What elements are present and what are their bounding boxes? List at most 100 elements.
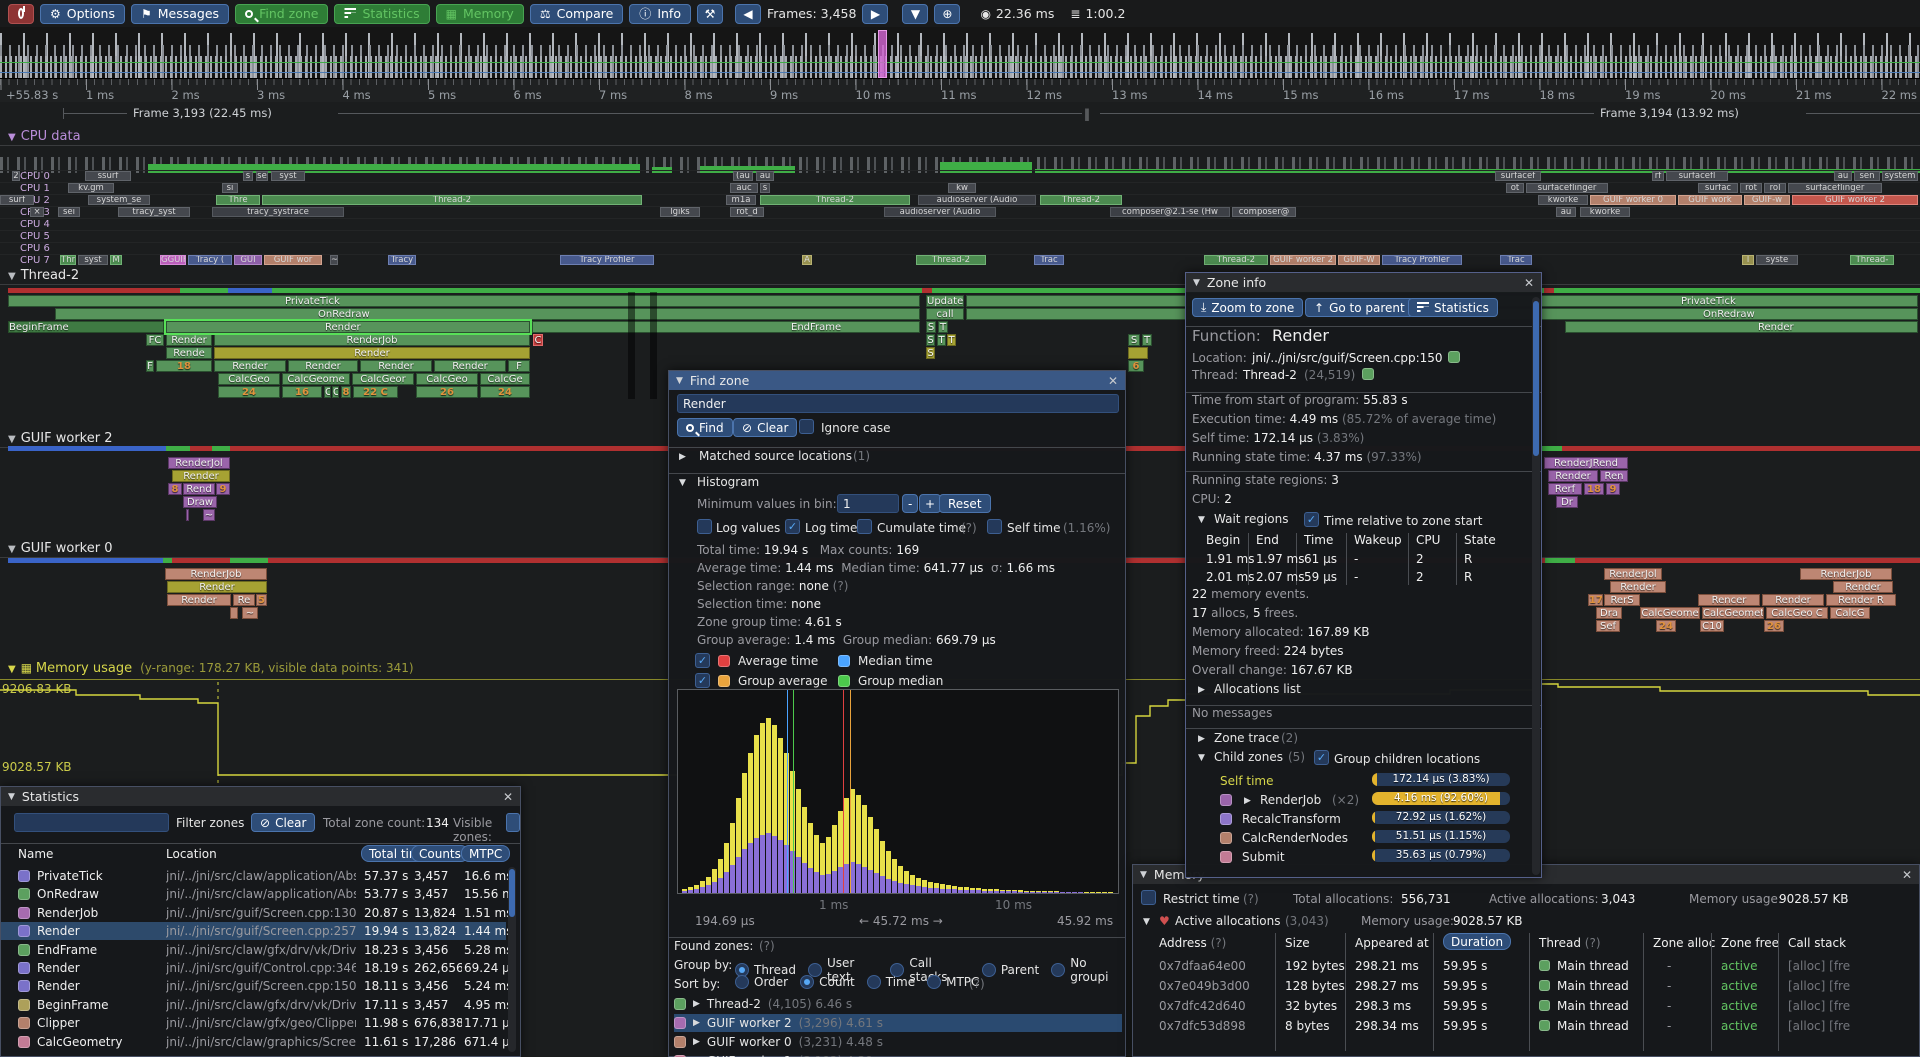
stats-extra-toggle[interactable] (506, 813, 520, 832)
timeline-zone[interactable]: Dr (1556, 496, 1578, 508)
timeline-zone[interactable]: S (926, 334, 935, 346)
mem-col-5[interactable]: Zone alloc (1653, 936, 1715, 950)
timeline-zone[interactable]: Dra (1596, 607, 1622, 619)
cpu-segment[interactable]: GUIF worker 2 (1792, 195, 1918, 205)
timeline-zone[interactable]: Rencer (1698, 594, 1760, 606)
cpu-segment[interactable]: GUIF worker 0 (1590, 195, 1676, 205)
cpu-segment[interactable]: (au (733, 171, 753, 181)
zone-trace-section[interactable]: Zone trace (1214, 731, 1279, 745)
timeline-zone[interactable]: 18 (156, 360, 212, 372)
cpu-segment[interactable]: kworke (1580, 207, 1630, 217)
cpu-segment[interactable]: Thread-2 (1040, 195, 1122, 205)
timeline-zone[interactable]: CalcGeome (282, 373, 350, 385)
stats-scrollbar[interactable] (508, 867, 516, 1052)
timeline-zone[interactable]: C10 (1700, 620, 1724, 632)
timeline-zone[interactable]: Rende (166, 347, 212, 359)
child-zone-row[interactable]: Self time172.14 µs (3.83%) (1186, 773, 1531, 790)
timeline-zone[interactable]: CalcGeo C (1766, 607, 1828, 619)
selected-frame-marker[interactable] (878, 30, 887, 78)
cpu-segment[interactable]: surfacefl (1666, 171, 1728, 181)
mem-col-6[interactable]: Zone free (1721, 936, 1779, 950)
timeline-zone[interactable]: RerS (1604, 594, 1640, 606)
timeline-zone[interactable]: 9 (216, 483, 230, 495)
timeline-zone[interactable]: Re (233, 594, 255, 606)
close-icon[interactable]: ✕ (1902, 868, 1912, 882)
cpu-segment[interactable]: Tracy Profiler (1382, 255, 1462, 265)
help-mark[interactable]: (?) (1243, 892, 1259, 906)
timeline-zone[interactable]: Sef (1596, 620, 1620, 632)
timeline-zone[interactable]: BeginFrame (8, 321, 164, 333)
cpu-segment[interactable]: system_se (88, 195, 150, 205)
timeline-zone[interactable]: Render (172, 470, 230, 482)
timeline-zone[interactable]: CalcGe (480, 373, 530, 385)
found-zone-row[interactable]: ▶GUIF worker 0(3,231) 4.48 s (674, 1033, 1122, 1051)
timeline-zone[interactable]: Render (166, 334, 212, 346)
timeline-zone[interactable]: CalcG (1830, 607, 1870, 619)
timeline-zone[interactable]: Render (1833, 581, 1893, 593)
timeline-zone[interactable]: RenderJol (1604, 568, 1662, 580)
restrict-time-checkbox[interactable] (1141, 890, 1156, 905)
cpu-segment[interactable]: rot_d (730, 207, 764, 217)
statistics-button[interactable]: Statistics (334, 4, 429, 24)
cpu-segment[interactable]: × (30, 207, 44, 217)
time-relative-checkbox[interactable]: ✓ (1304, 512, 1319, 527)
zone-info-scrollbar[interactable] (1532, 297, 1540, 875)
alloc-row[interactable]: 0x7dfc53d8988 bytes298.34 ms59.95 sMain … (1133, 1017, 1919, 1036)
cpu-segment[interactable]: 2 (12, 171, 20, 181)
wait-col-header[interactable]: Wakeup (1354, 533, 1402, 547)
stats-table-row[interactable]: CalcGeometryjni/../jni/src/claw/graphics… (1, 1033, 506, 1051)
cpu-segment[interactable]: se (256, 171, 268, 181)
timeline-zone[interactable]: Draw (183, 496, 217, 508)
timeline-zone[interactable]: 9 (1606, 483, 1620, 495)
mem-col-0[interactable]: Address (?) (1159, 936, 1226, 950)
cpu-segment[interactable]: surfaceflinger (1788, 183, 1882, 193)
statistics-titlebar[interactable]: ▼Statistics ✕ (1, 787, 520, 806)
find-button[interactable]: Find (677, 418, 733, 437)
timeline-zone[interactable]: 17 (1588, 594, 1603, 606)
timeline-zone[interactable]: Render (167, 594, 231, 606)
legend-checkbox[interactable]: ✓ (695, 673, 710, 688)
memory-button[interactable]: ▦Memory (436, 4, 524, 24)
col-location[interactable]: Location (166, 847, 217, 861)
find-zone-search-input[interactable]: Render (677, 394, 1119, 413)
timeline-zone[interactable]: 24 (218, 386, 280, 398)
timeline-zone[interactable]: T (938, 321, 948, 333)
timeline-zone[interactable]: Render (166, 321, 530, 333)
focus-frame-button[interactable]: ⊕ (934, 4, 960, 24)
cpu-segment[interactable]: rf (1652, 171, 1664, 181)
minbin-minus-button[interactable]: - (902, 494, 918, 513)
timeline-zone[interactable]: EndFrame (532, 321, 920, 333)
cpu-segment[interactable]: M (110, 255, 122, 265)
cpu-segment[interactable]: Thread-2 (916, 255, 986, 265)
cpu-segment[interactable]: surf (0, 195, 34, 205)
shutdown-button[interactable] (8, 4, 34, 24)
wait-col-header[interactable]: Time (1304, 533, 1333, 547)
timeline-zone[interactable]: F (508, 360, 530, 372)
cpu-segment[interactable]: GUIF worker 2 (1270, 255, 1336, 265)
child-zone-row[interactable]: CalcRenderNodes51.51 µs (1.15%) (1186, 830, 1531, 847)
cpu-segment[interactable]: Tracy (388, 255, 416, 265)
timeline-zone[interactable]: CalcGeor (352, 373, 414, 385)
timeline-zone[interactable]: Render (434, 360, 506, 372)
timeline-zone[interactable]: 8 (341, 386, 351, 398)
timeline-zone[interactable]: Render (360, 360, 432, 372)
child-zone-row[interactable]: Submit35.63 µs (0.79%) (1186, 849, 1531, 866)
timeline-zone[interactable]: RenderJRend (1544, 457, 1628, 469)
cpu-segment[interactable]: rol (1764, 183, 1786, 193)
timeline-zone[interactable] (1128, 347, 1148, 359)
timeline-zone[interactable]: 16 (282, 386, 322, 398)
timeline-zone[interactable]: C (324, 386, 331, 398)
stats-table-row[interactable]: EndFramejni/../jni/src/claw/gfx/drv/vk/D… (1, 941, 506, 959)
find-zone-titlebar[interactable]: ▼Find zone ✕ (669, 371, 1125, 390)
cpu-segment[interactable]: GUIF work (1678, 195, 1742, 205)
stats-table-row[interactable]: BeginFramejni/../jni/src/claw/gfx/drv/vk… (1, 996, 506, 1014)
timeline-zone[interactable]: 5 (256, 594, 267, 606)
cpu-segment[interactable]: m1a (726, 195, 756, 205)
cpu-segment[interactable]: audioserver (Audio (918, 195, 1036, 205)
cpu-segment[interactable]: syste (1756, 255, 1798, 265)
close-icon[interactable]: ✕ (1524, 276, 1534, 290)
frame-time-graph[interactable] (0, 27, 1920, 78)
cpu-segment[interactable]: GUIF-W (1338, 255, 1380, 265)
timeline-zone[interactable]: 18 (1584, 483, 1604, 495)
help-mark[interactable]: (?) (961, 521, 977, 535)
